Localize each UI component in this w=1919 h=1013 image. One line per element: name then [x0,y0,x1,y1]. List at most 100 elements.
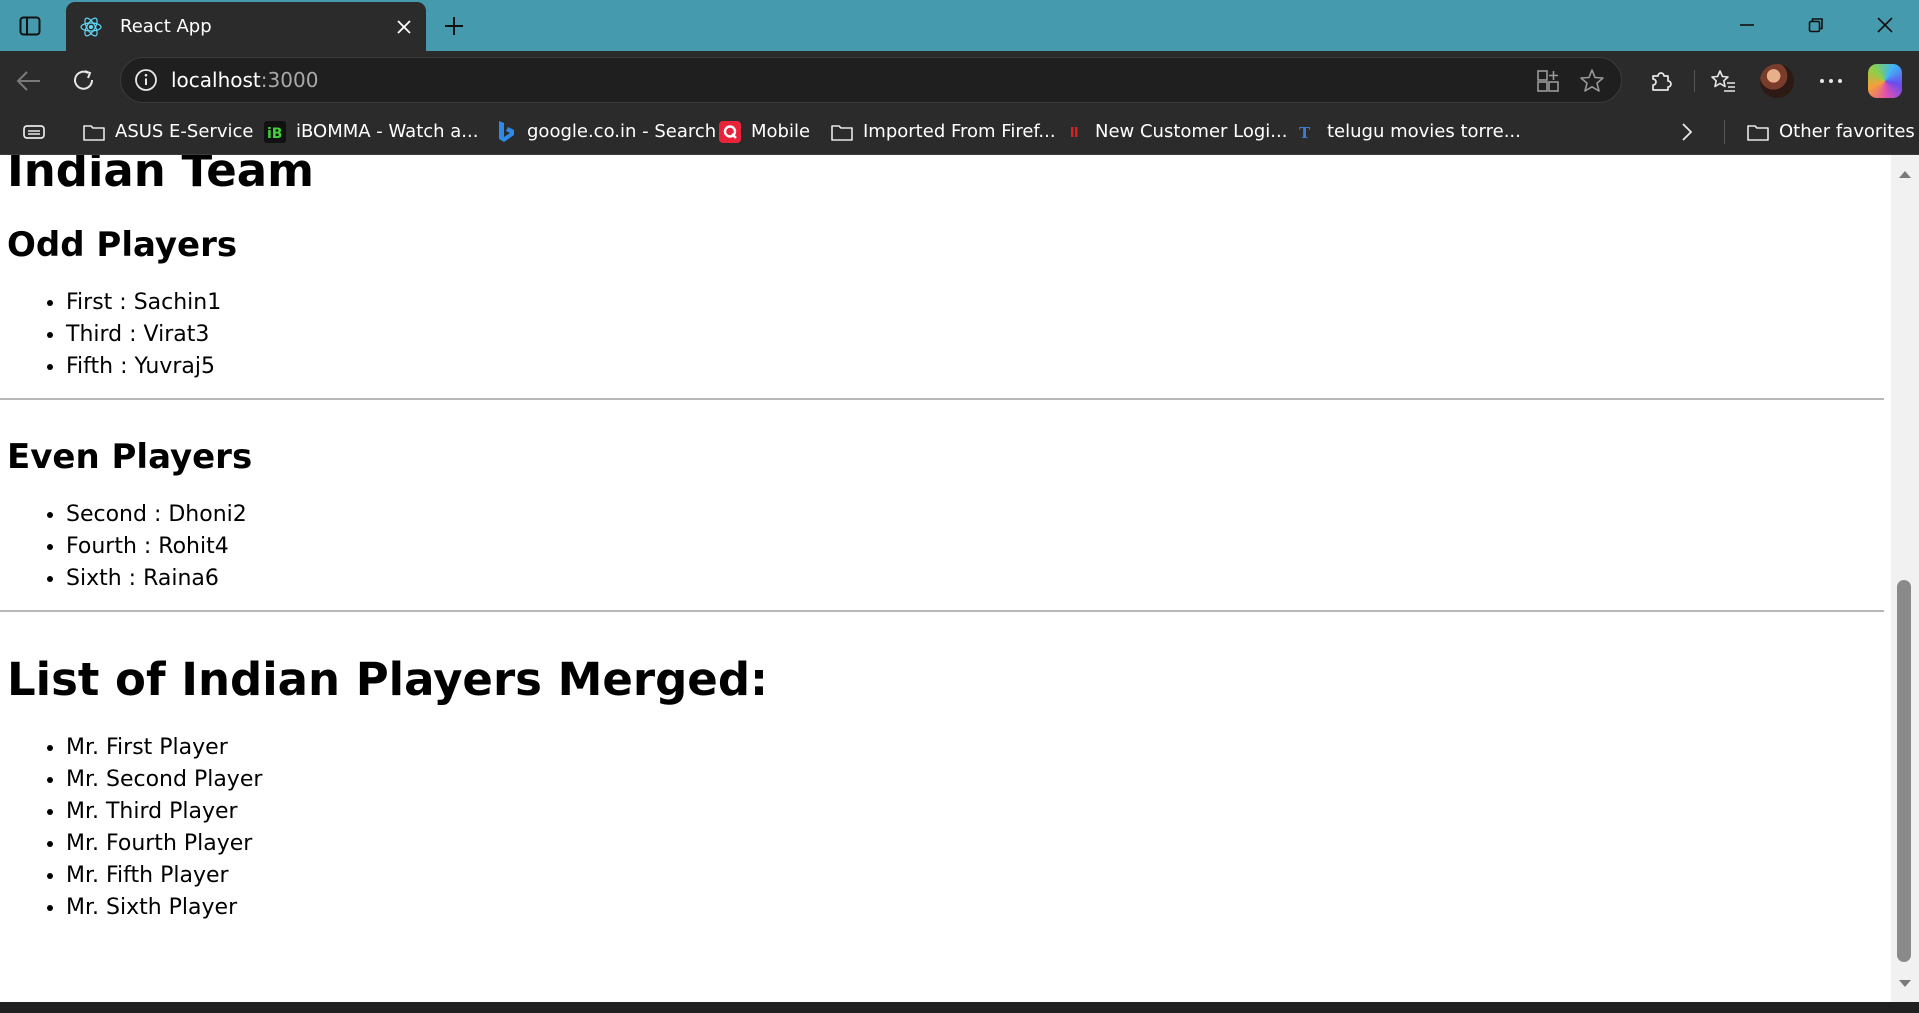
app-available-icon[interactable] [1533,66,1563,96]
plus-icon [445,17,463,35]
url-host: localhost [171,68,261,92]
mobile-site-icon [718,120,742,144]
new-tab-button[interactable] [436,8,472,44]
url-port: :3000 [260,68,319,92]
tab-title: React App [120,16,212,37]
customer-login-icon [1062,120,1086,144]
even-players-heading: Even Players [7,437,253,477]
collections-icon [23,124,45,139]
svg-text:T: T [1299,124,1311,142]
profile-avatar[interactable] [1760,64,1794,98]
triangle-down-icon [1899,980,1911,987]
close-icon [397,19,411,34]
folder-icon [830,120,854,144]
tab-actions-icon [19,16,41,36]
ibomma-icon: iB [263,120,287,144]
folder-icon [82,120,106,144]
chevron-right-icon [1682,122,1693,141]
list-item: Second : Dhoni2 [66,499,1891,531]
back-arrow-icon [16,71,40,91]
address-bar[interactable]: localhost:3000 [120,57,1622,103]
minimize-button[interactable] [1724,6,1770,44]
site-info-icon[interactable] [133,67,159,93]
list-item: Third : Virat3 [66,319,1891,351]
url-text[interactable]: localhost:3000 [171,58,318,102]
torrent-site-icon: T [1294,120,1318,144]
page-title: Indian Team [7,155,314,197]
favorites-button[interactable] [1704,62,1742,100]
bookmark-label: Imported From Firef... [863,121,1056,142]
merged-heading: List of Indian Players Merged: [7,653,769,706]
close-window-button[interactable] [1862,6,1908,44]
bookmarks-collections-button[interactable] [22,109,46,154]
tab-close-button[interactable] [386,9,422,45]
refresh-button[interactable] [65,62,103,100]
list-item: Fourth : Rohit4 [66,531,1891,563]
toolbar-separator [1694,70,1695,92]
bookmark-label: Mobile [751,121,811,142]
list-item: Mr. Sixth Player [66,892,1891,924]
bookmark-telugu-movies[interactable]: T telugu movies torre... [1294,109,1521,154]
bookmarks-overflow-button[interactable] [1680,109,1694,154]
scroll-down-button[interactable] [1891,973,1919,995]
bookmark-label: ASUS E-Service [115,121,254,142]
bookmark-google-search[interactable]: google.co.in - Search [494,109,716,154]
odd-players-heading: Odd Players [7,225,238,265]
bookmark-new-customer-login[interactable]: New Customer Logi... [1062,109,1287,154]
list-item: Mr. Second Player [66,764,1891,796]
list-item: Mr. Third Player [66,796,1891,828]
react-icon [78,14,104,40]
bookmark-label: telugu movies torre... [1327,121,1521,142]
bookmarks-separator [1724,120,1725,144]
favorite-star-icon[interactable] [1577,66,1607,96]
scrollbar-thumb[interactable] [1897,580,1911,962]
more-dots-icon [1820,79,1842,83]
page-scrollbar[interactable] [1891,155,1919,1002]
bookmark-imported-from-firefox[interactable]: Imported From Firef... [830,109,1056,154]
favorites-list-icon [1711,70,1735,92]
refresh-icon [74,70,94,90]
divider [0,610,1884,612]
copilot-icon[interactable] [1868,64,1902,98]
bookmark-label: google.co.in - Search [527,121,717,142]
list-item: Mr. First Player [66,732,1891,764]
page-content: Indian Team Odd Players First : Sachin1 … [0,155,1891,924]
window-bottom-edge [0,1002,1919,1013]
scroll-up-button[interactable] [1891,163,1919,185]
bookmark-mobile[interactable]: Mobile [718,109,810,154]
odd-players-list: First : Sachin1 Third : Virat3 Fifth : Y… [7,287,1891,383]
list-item: Fifth : Yuvraj5 [66,351,1891,383]
other-favorites-folder[interactable]: Other favorites [1746,109,1915,154]
bookmark-asus-eservice[interactable]: ASUS E-Service [82,109,253,154]
tab-react-app[interactable]: React App [66,2,426,51]
even-players-list: Second : Dhoni2 Fourth : Rohit4 Sixth : … [7,499,1891,595]
list-item: Mr. Fourth Player [66,828,1891,860]
close-icon [1877,17,1893,33]
svg-text:iB: iB [267,126,282,142]
settings-more-button[interactable] [1812,62,1850,100]
back-button[interactable] [10,62,48,100]
bookmark-ibomma[interactable]: iB iBOMMA - Watch a... [263,109,478,154]
divider [0,398,1884,400]
extensions-button[interactable] [1642,62,1680,100]
restore-icon [1808,18,1823,33]
folder-icon [1746,120,1770,144]
bing-icon [494,120,518,144]
bookmarks-bar: ASUS E-Service iB iBOMMA - Watch a... go… [0,109,1919,155]
tab-actions-button[interactable] [14,12,46,40]
page-viewport: Indian Team Odd Players First : Sachin1 … [0,155,1891,1002]
restore-button[interactable] [1793,6,1839,44]
browser-window: React App localhost:3000 ASUS E-Service … [0,0,1919,1013]
bookmark-label: iBOMMA - Watch a... [296,121,479,142]
tab-strip: React App [0,0,1919,51]
list-item: Mr. Fifth Player [66,860,1891,892]
puzzle-icon [1652,72,1672,91]
merged-players-list: Mr. First Player Mr. Second Player Mr. T… [7,732,1891,924]
bookmark-label: New Customer Logi... [1095,121,1288,142]
other-favorites-label: Other favorites [1779,121,1915,142]
minimize-icon [1740,24,1754,26]
browser-toolbar: localhost:3000 [0,51,1919,109]
triangle-up-icon [1899,171,1911,178]
list-item: First : Sachin1 [66,287,1891,319]
list-item: Sixth : Raina6 [66,563,1891,595]
